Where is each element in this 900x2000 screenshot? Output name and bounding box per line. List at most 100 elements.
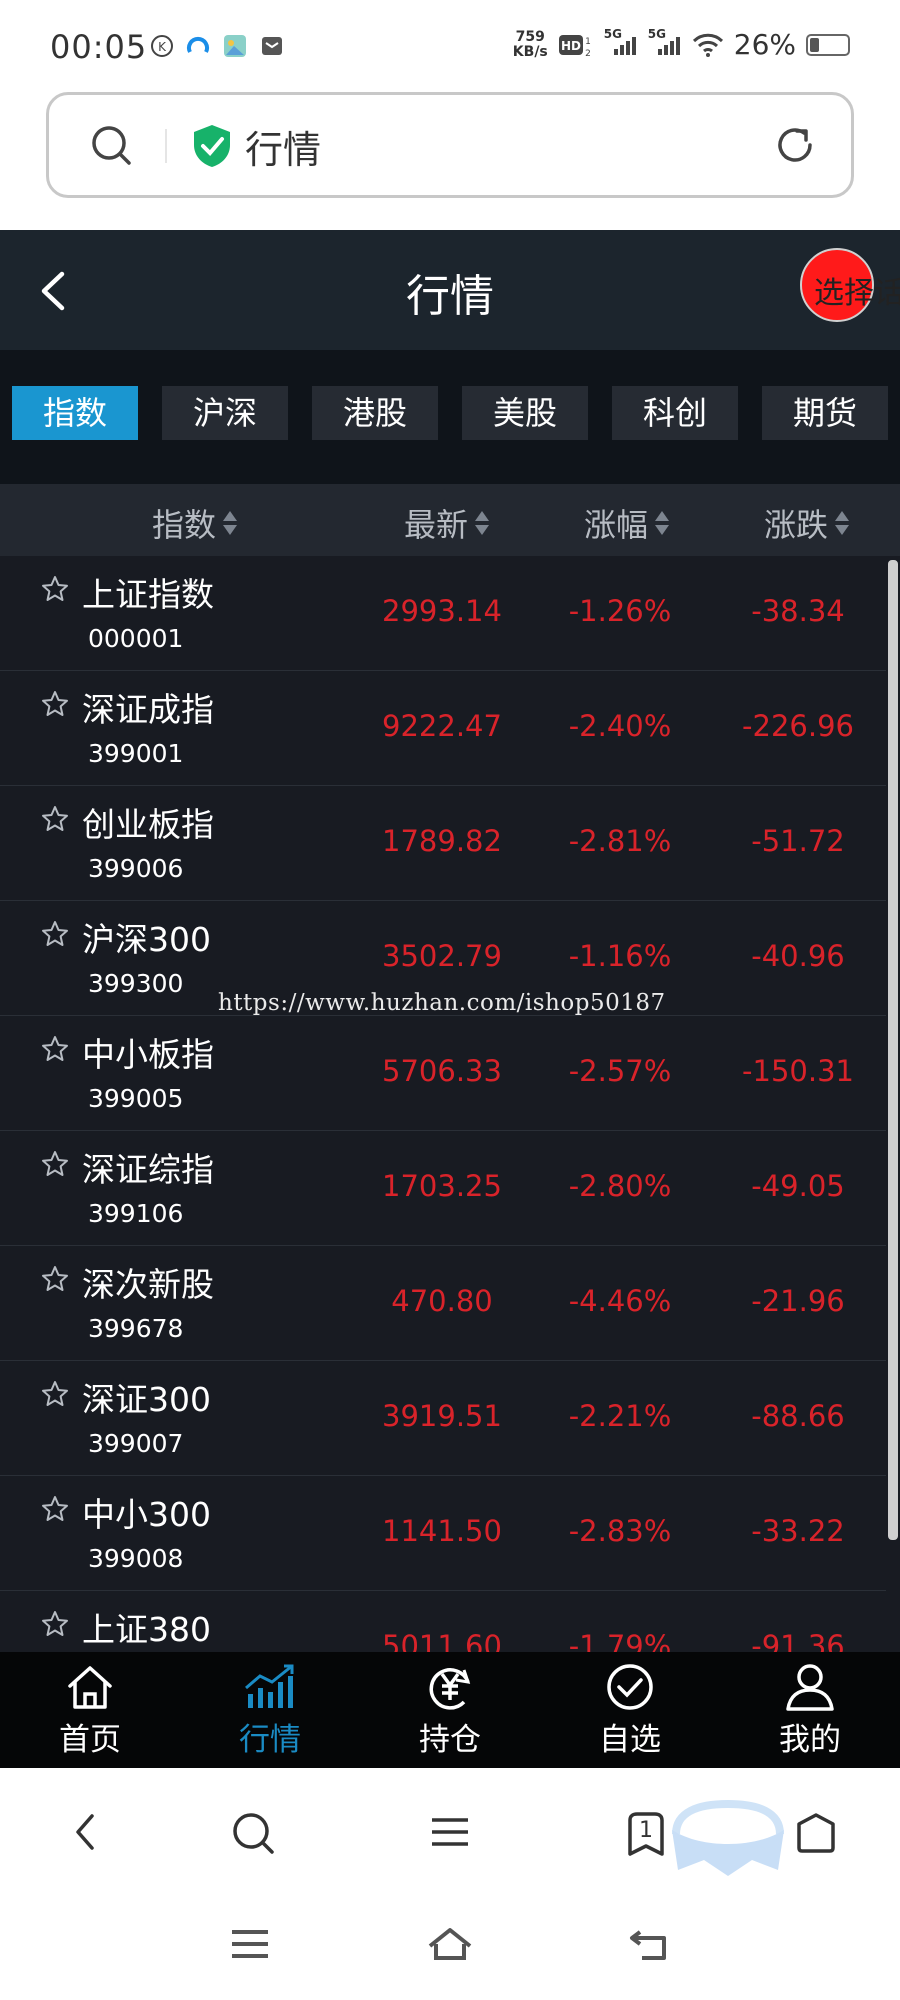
star-icon[interactable]: [40, 689, 70, 719]
latest-value: 5706.33: [382, 1054, 502, 1088]
star-icon[interactable]: [40, 804, 70, 834]
column-header: 指数 最新 涨幅 涨跌: [0, 484, 900, 556]
table-row[interactable]: 中小300 399008 1141.50 -2.83% -33.22: [0, 1476, 886, 1591]
index-code: 399007: [88, 1429, 184, 1458]
nav-profile[interactable]: 我的: [750, 1662, 870, 1759]
tab-us-stocks[interactable]: 美股: [462, 386, 588, 440]
svg-text:K: K: [158, 40, 167, 54]
star-icon[interactable]: [40, 1379, 70, 1409]
star-icon[interactable]: [40, 1494, 70, 1524]
index-code: 399006: [88, 854, 184, 883]
page-title: 行情: [406, 271, 494, 322]
table-row[interactable]: 深证300 399007 3919.51 -2.21% -88.66: [0, 1361, 886, 1476]
speed-unit: KB/s: [512, 43, 548, 60]
battery-icon: [806, 33, 850, 56]
change-value: -49.05: [751, 1169, 845, 1203]
star-icon[interactable]: [40, 1149, 70, 1179]
change-value: -21.96: [751, 1284, 845, 1318]
star-icon[interactable]: [40, 1609, 70, 1639]
index-name: 深次新股: [82, 1265, 214, 1304]
system-menu-icon[interactable]: [228, 1924, 272, 1964]
column-change-pct-label: 涨幅: [584, 506, 649, 544]
notification-icons: K: [150, 33, 284, 59]
svg-text:HD: HD: [561, 39, 581, 53]
sort-icon: [834, 509, 850, 537]
battery-percent: 26%: [733, 28, 796, 61]
svg-text:1: 1: [585, 37, 591, 47]
browser-back-icon[interactable]: [66, 1810, 106, 1854]
user-icon: [786, 1664, 834, 1711]
signal-1-icon: 5G: [604, 27, 638, 59]
index-code: 399005: [88, 1084, 184, 1113]
column-change-pct[interactable]: 涨幅: [584, 500, 670, 546]
index-name: 上证380: [82, 1610, 211, 1649]
column-index[interactable]: 指数: [152, 500, 238, 546]
bottom-nav: 首页 行情 持仓 自选 我的: [0, 1652, 900, 1768]
hd-icon: HD 1 2: [558, 34, 591, 58]
tab-shanghai-shenzhen[interactable]: 沪深: [162, 386, 288, 440]
yuan-icon: [429, 1668, 471, 1710]
search-icon[interactable]: [89, 123, 133, 167]
browser-menu-icon[interactable]: [428, 1810, 472, 1854]
change-value: -40.96: [751, 939, 845, 973]
chart-icon: [245, 1664, 294, 1708]
index-name: 中小板指: [82, 1035, 214, 1074]
signal-2-icon: 5G: [648, 27, 682, 59]
system-back-icon[interactable]: [628, 1924, 672, 1964]
star-icon[interactable]: [40, 1264, 70, 1294]
nav-market[interactable]: 行情: [210, 1662, 330, 1759]
table-row[interactable]: 中小板指 399005 5706.33 -2.57% -150.31: [0, 1016, 886, 1131]
nav-home-label: 首页: [59, 1722, 121, 1758]
tab-hk-stocks[interactable]: 港股: [312, 386, 438, 440]
nav-watchlist[interactable]: 自选: [570, 1662, 690, 1759]
index-code: 399001: [88, 739, 184, 768]
table-row[interactable]: 深证综指 399106 1703.25 -2.80% -49.05: [0, 1131, 886, 1246]
table-row[interactable]: 深次新股 399678 470.80 -4.46% -21.96: [0, 1246, 886, 1361]
nav-holdings[interactable]: 持仓: [390, 1662, 510, 1759]
select-floating-button[interactable]: 选择话: [800, 248, 900, 322]
system-home-icon[interactable]: [424, 1924, 476, 1964]
index-name: 深证300: [82, 1380, 211, 1419]
tab-index[interactable]: 指数: [12, 386, 138, 440]
index-name: 上证指数: [82, 575, 214, 614]
speed-value: 759: [515, 28, 545, 45]
browser-home-icon[interactable]: [794, 1810, 838, 1854]
change-percent: -4.46%: [568, 1284, 672, 1318]
column-latest[interactable]: 最新: [404, 500, 490, 546]
latest-value: 3502.79: [382, 939, 502, 973]
address-bar[interactable]: 行情: [46, 92, 854, 198]
change-value: -33.22: [751, 1514, 845, 1548]
index-code: 000001: [88, 624, 184, 653]
latest-value: 5011.60: [382, 1629, 502, 1652]
star-icon[interactable]: [40, 574, 70, 604]
nav-holdings-label: 持仓: [419, 1722, 481, 1758]
tab-star-market[interactable]: 科创: [612, 386, 738, 440]
battery-fill: [810, 37, 819, 52]
browser-search-icon[interactable]: [230, 1810, 276, 1856]
change-percent: -1.26%: [568, 594, 672, 628]
change-percent: -2.83%: [568, 1514, 672, 1548]
table-row[interactable]: 深证成指 399001 9222.47 -2.40% -226.96: [0, 671, 886, 786]
status-right: 759 KB/s HD 1 2 5G 5G 26%: [512, 27, 850, 61]
change-value: -150.31: [742, 1054, 854, 1088]
latest-value: 1141.50: [382, 1514, 502, 1548]
address-title[interactable]: 行情: [245, 119, 321, 174]
change-percent: -2.21%: [568, 1399, 672, 1433]
star-icon[interactable]: [40, 1034, 70, 1064]
change-value: -91.36: [751, 1629, 845, 1652]
table-row[interactable]: 创业板指 399006 1789.82 -2.81% -51.72: [0, 786, 886, 901]
column-change[interactable]: 涨跌: [764, 500, 850, 546]
change-percent: -2.80%: [568, 1169, 672, 1203]
index-code: 399008: [88, 1544, 184, 1573]
star-icon[interactable]: [40, 919, 70, 949]
browser-tabs-button[interactable]: 1: [624, 1810, 668, 1858]
svg-text:2: 2: [585, 49, 591, 58]
table-row[interactable]: 上证指数 000001 2993.14 -1.26% -38.34: [0, 556, 886, 671]
nav-home[interactable]: 首页: [30, 1662, 150, 1759]
secure-shield-icon: [194, 125, 230, 167]
status-bar: 00:05 K 759 KB/s HD 1 2 5G 5G 26%: [0, 0, 900, 90]
table-row[interactable]: 上证380 5011.60 -1.79% -91.36: [0, 1591, 886, 1652]
reload-icon[interactable]: [773, 123, 817, 167]
tab-futures[interactable]: 期货: [762, 386, 888, 440]
scrollbar-thumb[interactable]: [888, 560, 898, 1540]
